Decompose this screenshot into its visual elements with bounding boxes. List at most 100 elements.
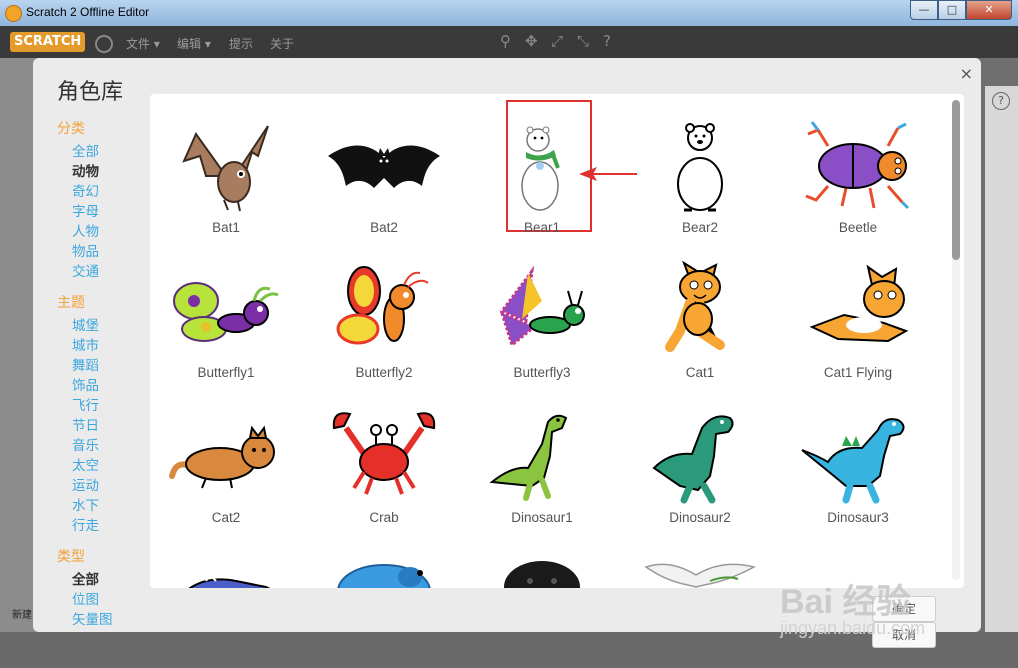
sprite-tile-butterfly3[interactable]: Butterfly3 [472, 249, 612, 384]
type-group: 类型 全部 位图 矢量图 [57, 546, 147, 630]
stamp-icon[interactable]: ⚲ [500, 33, 511, 49]
sprite-tile-cat1[interactable]: Cat1 [630, 249, 770, 384]
help-circle-icon[interactable]: ? [992, 92, 1010, 110]
sprite-grid-scrollbar[interactable] [952, 100, 960, 580]
grow-icon[interactable]: ⤢ [551, 33, 563, 49]
theme-underwater[interactable]: 水下 [57, 496, 147, 516]
globe-icon[interactable] [95, 35, 113, 53]
theme-space[interactable]: 太空 [57, 456, 147, 476]
crab-icon [332, 412, 436, 495]
dinosaur-blue-icon [801, 418, 905, 504]
menu-about[interactable]: 关于 [270, 35, 294, 52]
type-all[interactable]: 全部 [57, 570, 147, 590]
sprite-grid-panel: Bat1 Bat2 Bear1 Bear2 Beetle Butterfly1 … [150, 94, 964, 588]
sprite-tile-row4-1[interactable] [156, 539, 296, 588]
window-close-button[interactable]: ✕ [966, 0, 1012, 20]
category-all[interactable]: 全部 [57, 142, 147, 162]
sprite-tile-dinosaur3[interactable]: Dinosaur3 [788, 394, 928, 529]
theme-city[interactable]: 城市 [57, 336, 147, 356]
scratch-cat-icon [5, 5, 22, 22]
sprite-tile-cat2[interactable]: Cat2 [156, 394, 296, 529]
cat-flying-icon [809, 264, 909, 343]
window-titlebar: Scratch 2 Offline Editor — □ ✕ [0, 0, 1018, 27]
theme-title: 主题 [57, 295, 85, 311]
sprite-tile-bear2[interactable]: Bear2 [630, 104, 770, 239]
category-transportation[interactable]: 交通 [57, 262, 147, 282]
sprite-tile-crab[interactable]: Crab [314, 394, 454, 529]
sprite-tile-bat1[interactable]: Bat1 [156, 104, 296, 239]
theme-castle[interactable]: 城堡 [57, 316, 147, 336]
editor-background-right [985, 86, 1018, 668]
dog-blue-icon [337, 564, 431, 588]
sprite-label: Dinosaur1 [511, 510, 573, 525]
sprite-tile-butterfly1[interactable]: Butterfly1 [156, 249, 296, 384]
butterfly-purple-icon [499, 265, 585, 348]
sprite-tile-row4-4[interactable] [630, 539, 770, 588]
theme-music[interactable]: 音乐 [57, 436, 147, 456]
new-sprite-label: 新建 [12, 610, 32, 621]
menu-tips[interactable]: 提示 [229, 35, 253, 52]
theme-dance[interactable]: 舞蹈 [57, 356, 147, 376]
cat-icon [665, 261, 725, 352]
bat-black-icon [328, 145, 440, 188]
maximize-button[interactable]: □ [938, 0, 966, 20]
dialog-close-button[interactable]: × [960, 64, 973, 83]
butterfly-green-icon [173, 282, 279, 342]
minimize-button[interactable]: — [910, 0, 938, 20]
baidu-watermark: Bai 经验 jingyan.baidu.com [780, 560, 980, 650]
sprite-tile-row4-3[interactable] [472, 539, 612, 588]
sprite-tile-row4-2[interactable] [314, 539, 454, 588]
category-sidebar: 分类 全部 动物 奇幻 字母 人物 物品 交通 主题 城堡 城市 舞蹈 饰品 飞… [57, 118, 147, 640]
sprite-tile-beetle[interactable]: Beetle [788, 104, 928, 239]
cat-lying-icon [169, 425, 275, 489]
sprite-label: Butterfly2 [355, 365, 413, 380]
sneaker-icon [188, 573, 270, 588]
type-vector[interactable]: 矢量图 [57, 610, 147, 630]
menu-edit[interactable]: 编辑 ▾ [177, 35, 211, 52]
category-fantasy[interactable]: 奇幻 [57, 182, 147, 202]
shrink-icon[interactable]: ⤡ [577, 33, 589, 49]
sprite-label: Cat2 [211, 510, 241, 525]
category-people[interactable]: 人物 [57, 222, 147, 242]
scrollbar-thumb[interactable] [952, 100, 960, 260]
sprite-label: Bear2 [681, 220, 719, 235]
dove-icon [644, 563, 757, 588]
sprite-library-dialog: 角色库 × 分类 全部 动物 奇幻 字母 人物 物品 交通 主题 城堡 城市 舞… [33, 58, 981, 648]
scratch-logo[interactable]: SCRATCH [10, 32, 86, 52]
sprite-label: Butterfly1 [197, 365, 255, 380]
menu-file[interactable]: 文件 ▾ [126, 35, 160, 52]
sprite-tile-bat2[interactable]: Bat2 [314, 104, 454, 239]
category-things[interactable]: 物品 [57, 242, 147, 262]
sprite-tile-dinosaur1[interactable]: Dinosaur1 [472, 394, 612, 529]
category-animals[interactable]: 动物 [57, 162, 147, 182]
annotation-arrow [579, 167, 637, 181]
type-title: 类型 [57, 549, 85, 565]
sprite-label: Beetle [838, 220, 878, 235]
category-group: 分类 全部 动物 奇幻 字母 人物 物品 交通 [57, 118, 147, 282]
beetle-icon [805, 121, 910, 210]
sprite-tile-butterfly2[interactable]: Butterfly2 [314, 249, 454, 384]
dog-black-icon [504, 561, 580, 588]
theme-dress-up[interactable]: 饰品 [57, 376, 147, 396]
theme-flying[interactable]: 飞行 [57, 396, 147, 416]
move-icon[interactable]: ✥ [525, 33, 538, 49]
window-title: Scratch 2 Offline Editor [26, 5, 150, 19]
butterfly-orange-icon [336, 266, 429, 345]
bat-brown-icon [182, 125, 269, 212]
bear-outline-icon [677, 123, 723, 212]
dinosaur-teal-icon [652, 415, 734, 504]
sprite-tile-dinosaur2[interactable]: Dinosaur2 [630, 394, 770, 529]
sprite-label: Cat1 [685, 365, 715, 380]
type-bitmap[interactable]: 位图 [57, 590, 147, 610]
help-icon[interactable]: ? [603, 33, 611, 49]
sprite-label: Butterfly3 [513, 365, 571, 380]
dinosaur-green-icon [489, 414, 568, 501]
theme-walking[interactable]: 行走 [57, 516, 147, 536]
theme-holiday[interactable]: 节日 [57, 416, 147, 436]
sprite-label: Bat1 [212, 220, 240, 235]
sprite-tile-cat1-flying[interactable]: Cat1 Flying [788, 249, 928, 384]
category-letters[interactable]: 字母 [57, 202, 147, 222]
theme-sports[interactable]: 运动 [57, 476, 147, 496]
watermark-url: jingyan.baidu.com [780, 618, 926, 638]
sprite-label: Dinosaur3 [827, 510, 889, 525]
